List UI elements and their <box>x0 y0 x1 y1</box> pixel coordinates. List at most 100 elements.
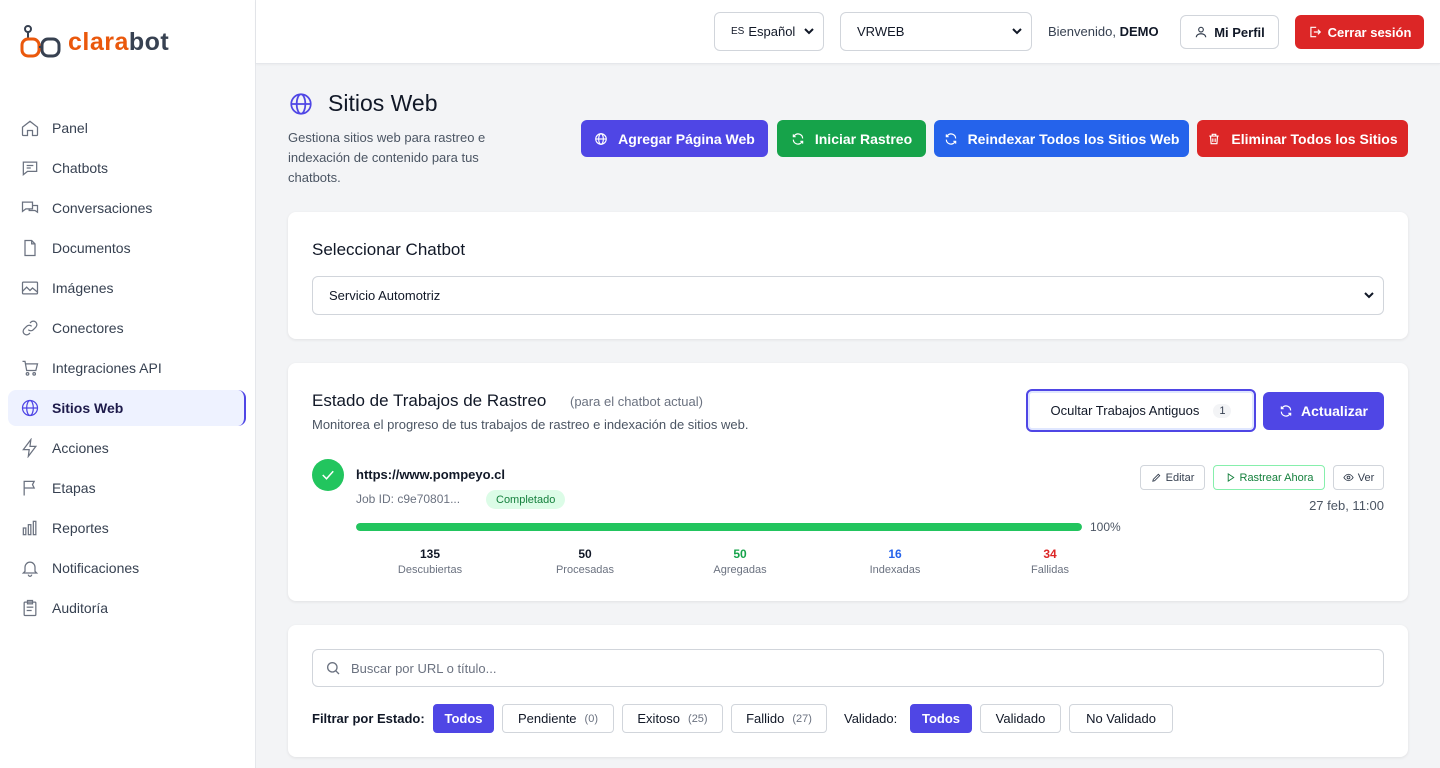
sidebar-item-panel[interactable]: Panel <box>8 110 246 146</box>
stat-discovered: 135 Descubiertas <box>397 547 463 576</box>
stat-added: 50 Agregadas <box>713 547 767 576</box>
stat-processed: 50 Procesadas <box>555 547 615 576</box>
sidebar-item-documentos[interactable]: Documentos <box>8 230 246 266</box>
crawl-jobs-subtitle: Monitorea el progreso de tus trabajos de… <box>312 417 749 432</box>
welcome-text: Bienvenido, DEMO <box>1048 24 1159 39</box>
validated-filter-validated[interactable]: Validado <box>980 704 1061 733</box>
refresh-icon <box>1280 405 1292 417</box>
status-filter-failed[interactable]: Fallido (27) <box>731 704 827 733</box>
view-job-button[interactable]: Ver <box>1333 465 1384 490</box>
validated-filter-all[interactable]: Todos <box>910 704 972 733</box>
sidebar-item-acciones[interactable]: Acciones <box>8 430 246 466</box>
sidebar-item-reportes[interactable]: Reportes <box>8 510 246 546</box>
page-subtitle: Gestiona sitios web para rastreo e index… <box>288 130 486 185</box>
page-header: Sitios Web <box>288 90 438 117</box>
stat-failed: 34 Fallidas <box>1031 547 1069 576</box>
flag-icon <box>23 480 36 496</box>
logout-icon <box>1309 26 1321 38</box>
add-webpage-button[interactable]: Agregar Página Web <box>581 120 768 157</box>
play-icon <box>1227 472 1235 483</box>
chevron-down-icon <box>1364 292 1374 299</box>
logo[interactable]: clarabot <box>20 22 169 62</box>
language-value: Español <box>748 24 796 39</box>
globe-icon <box>21 399 39 417</box>
profile-button[interactable]: Mi Perfil <box>1180 15 1279 49</box>
job-id: Job ID: c9e70801... <box>356 492 461 506</box>
old-jobs-count: 1 <box>1213 403 1232 418</box>
search-icon <box>327 662 340 675</box>
sidebar-item-auditoria[interactable]: Auditoría <box>8 590 246 626</box>
edit-job-button[interactable]: Editar <box>1140 465 1205 490</box>
hide-old-jobs-button[interactable]: Ocultar Trabajos Antiguos 1 <box>1026 389 1256 432</box>
bar-chart-icon <box>22 520 37 536</box>
logo-text: clarabot <box>68 27 170 56</box>
cart-icon <box>22 360 39 376</box>
crawl-jobs-title: Estado de Trabajos de Rastreo <box>312 391 547 410</box>
pencil-icon <box>1151 473 1160 482</box>
sidebar-item-notificaciones[interactable]: Notificaciones <box>8 550 246 586</box>
chatbot-select-value: Servicio Automotriz <box>329 288 441 303</box>
user-icon <box>1195 26 1207 38</box>
chatbot-select-title: Seleccionar Chatbot <box>312 240 466 259</box>
clipboard-icon <box>23 599 37 617</box>
filter-card: Filtrar por Estado: Todos Pendiente (0) … <box>288 625 1408 757</box>
crawl-jobs-scope: (para el chatbot actual) <box>570 394 703 409</box>
job-date: 27 feb, 11:00 <box>1309 498 1384 513</box>
chevron-down-icon <box>1012 28 1022 35</box>
bell-icon <box>21 561 39 577</box>
page-title: Sitios Web <box>328 90 438 116</box>
job-progress-fill <box>356 523 1082 531</box>
status-filter-label: Filtrar por Estado: <box>312 711 425 726</box>
refresh-icon <box>792 132 804 145</box>
chat-bubble-icon <box>22 161 38 176</box>
search-input[interactable] <box>351 660 1251 676</box>
start-crawl-button[interactable]: Iniciar Rastreo <box>777 120 926 157</box>
document-icon <box>24 239 36 257</box>
sidebar-item-sitios-web[interactable]: Sitios Web <box>8 390 246 426</box>
chatbot-select-card: Seleccionar Chatbot Servicio Automotriz <box>288 212 1408 339</box>
validated-filter-label: Validado: <box>844 711 898 726</box>
sidebar-item-chatbots[interactable]: Chatbots <box>8 150 246 186</box>
workspace-select[interactable]: VRWEB <box>840 12 1032 51</box>
crawl-jobs-card: Estado de Trabajos de Rastreo (para el c… <box>288 363 1408 601</box>
home-icon <box>21 120 39 137</box>
crawl-now-button[interactable]: Rastrear Ahora <box>1213 465 1325 490</box>
delete-all-sites-button[interactable]: Eliminar Todos los Sitios <box>1197 120 1408 157</box>
link-icon <box>22 320 38 336</box>
trash-icon <box>1209 133 1220 144</box>
top-header: ES Español VRWEB Bienvenido, DEMO Mi Per… <box>256 0 1440 64</box>
sidebar-item-imagenes[interactable]: Imágenes <box>8 270 246 306</box>
image-icon <box>21 281 39 295</box>
conversations-icon <box>21 201 39 214</box>
sidebar-item-conectores[interactable]: Conectores <box>8 310 246 346</box>
sidebar-nav: Panel Chatbots Conversaciones Documentos… <box>8 110 246 630</box>
job-progress-percent: 100% <box>1090 520 1121 534</box>
chevron-down-icon <box>804 28 814 35</box>
language-select[interactable]: ES Español <box>714 12 824 51</box>
globe-icon <box>290 92 312 115</box>
refresh-button[interactable]: Actualizar <box>1263 392 1384 430</box>
reindex-all-button[interactable]: Reindexar Todos los Sitios Web <box>934 120 1189 157</box>
job-completed-icon <box>312 459 344 491</box>
status-filter-pending[interactable]: Pendiente (0) <box>502 704 614 733</box>
sidebar-item-integraciones-api[interactable]: Integraciones API <box>8 350 246 386</box>
validated-filter-not-validated[interactable]: No Validado <box>1069 704 1173 733</box>
refresh-icon <box>945 132 956 145</box>
stat-indexed: 16 Indexadas <box>869 547 921 576</box>
chatbot-select[interactable]: Servicio Automotriz <box>312 276 1384 315</box>
job-url[interactable]: https://www.pompeyo.cl <box>356 467 505 482</box>
sidebar: clarabot Panel Chatbots Conversaciones D… <box>0 0 256 768</box>
search-box <box>312 649 1384 687</box>
user-name: DEMO <box>1119 24 1159 39</box>
language-flag: ES <box>731 26 745 37</box>
sidebar-item-conversaciones[interactable]: Conversaciones <box>8 190 246 226</box>
status-filter-success[interactable]: Exitoso (25) <box>622 704 723 733</box>
logout-button[interactable]: Cerrar sesión <box>1295 15 1424 49</box>
eye-icon <box>1343 473 1354 482</box>
status-filter-all[interactable]: Todos <box>433 704 494 733</box>
workspace-value: VRWEB <box>857 24 905 39</box>
bolt-icon <box>22 438 38 458</box>
globe-icon <box>595 132 607 145</box>
job-progress-bar <box>356 523 1082 531</box>
sidebar-item-etapas[interactable]: Etapas <box>8 470 246 506</box>
